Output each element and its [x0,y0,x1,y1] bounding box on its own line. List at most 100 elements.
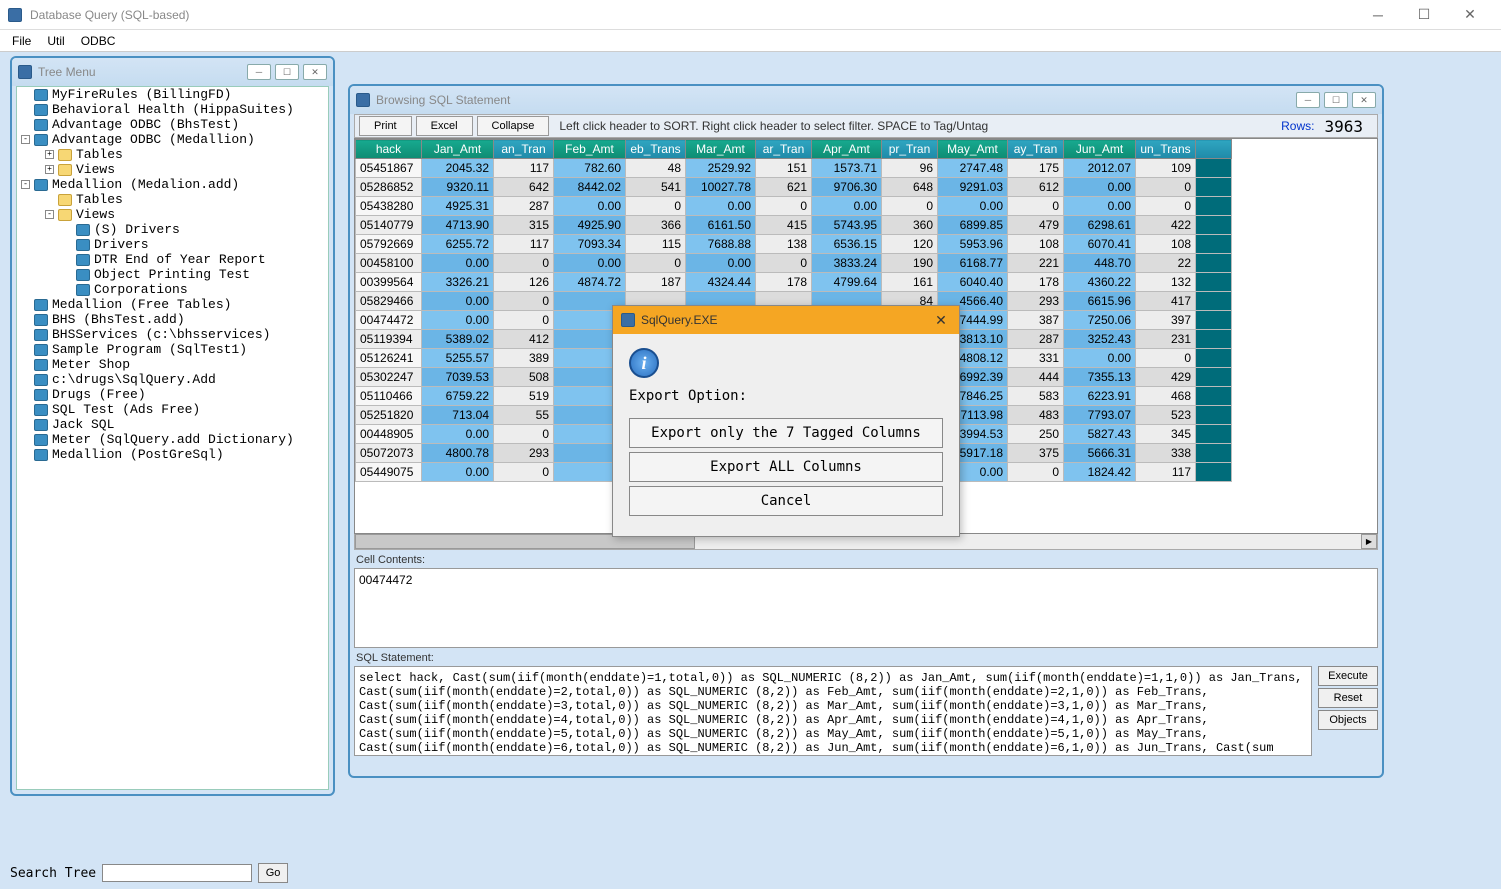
export-all-button[interactable]: Export ALL Columns [629,452,943,482]
table-cell[interactable]: 293 [494,444,554,463]
table-cell[interactable]: 366 [626,216,686,235]
table-cell[interactable]: 187 [626,273,686,292]
table-cell[interactable]: 315 [494,216,554,235]
table-cell[interactable]: 5953.96 [938,235,1008,254]
table-cell[interactable]: 1573.71 [812,159,882,178]
table-cell[interactable]: 6040.40 [938,273,1008,292]
table-cell[interactable]: 287 [494,197,554,216]
column-header[interactable]: pr_Tran [882,140,938,159]
table-cell[interactable]: 8442.02 [554,178,626,197]
table-cell[interactable] [1196,178,1232,197]
tree-item[interactable]: Medallion (PostGreSql) [17,447,328,462]
table-cell[interactable]: 375 [1008,444,1064,463]
print-button[interactable]: Print [359,116,412,136]
column-header[interactable]: hack [356,140,422,159]
table-cell[interactable]: 0 [494,463,554,482]
table-cell[interactable] [1196,159,1232,178]
column-header[interactable]: May_Amt [938,140,1008,159]
cell-contents[interactable]: 00474472 [354,568,1378,648]
table-cell[interactable]: 6161.50 [686,216,756,235]
table-cell[interactable] [1196,387,1232,406]
table-cell[interactable]: 231 [1136,330,1196,349]
tree-item[interactable]: Behavioral Health (HippaSuites) [17,102,328,117]
table-cell[interactable]: 178 [756,273,812,292]
tree-item[interactable]: Meter Shop [17,357,328,372]
table-cell[interactable] [1196,330,1232,349]
tree-item[interactable]: Medallion (Free Tables) [17,297,328,312]
tree-item[interactable]: Object Printing Test [17,267,328,282]
expand-icon[interactable]: - [45,210,54,219]
table-cell[interactable] [1196,197,1232,216]
tree-item[interactable]: -Views [17,207,328,222]
table-cell[interactable]: 22 [1136,254,1196,273]
table-cell[interactable]: 0 [1136,197,1196,216]
table-cell[interactable]: 117 [1136,463,1196,482]
tree-item[interactable]: +Views [17,162,328,177]
column-header[interactable]: ay_Tran [1008,140,1064,159]
table-cell[interactable]: 508 [494,368,554,387]
table-cell[interactable]: 48 [626,159,686,178]
table-cell[interactable]: 3252.43 [1064,330,1136,349]
table-cell[interactable]: 345 [1136,425,1196,444]
table-cell[interactable]: 5743.95 [812,216,882,235]
tree-body[interactable]: MyFireRules (BillingFD)Behavioral Health… [16,86,329,790]
tree-item[interactable]: Tables [17,192,328,207]
table-cell[interactable]: 00399564 [356,273,422,292]
table-cell[interactable]: 415 [756,216,812,235]
table-cell[interactable]: 5255.57 [422,349,494,368]
reset-button[interactable]: Reset [1318,688,1378,708]
table-cell[interactable]: 0 [1136,178,1196,197]
table-cell[interactable]: 0.00 [686,254,756,273]
table-cell[interactable]: 6255.72 [422,235,494,254]
table-cell[interactable]: 642 [494,178,554,197]
tree-item[interactable]: DTR End of Year Report [17,252,328,267]
table-row[interactable]: 054382804925.312870.0000.0000.0000.0000.… [356,197,1232,216]
table-cell[interactable]: 05119394 [356,330,422,349]
tree-item[interactable]: (S) Drivers [17,222,328,237]
column-header[interactable]: Jun_Amt [1064,140,1136,159]
table-cell[interactable]: 0.00 [422,292,494,311]
table-cell[interactable] [1196,273,1232,292]
table-row[interactable]: 003995643326.211264874.721874324.4417847… [356,273,1232,292]
table-cell[interactable] [1196,425,1232,444]
tree-item[interactable]: BHS (BhsTest.add) [17,312,328,327]
table-cell[interactable]: 9291.03 [938,178,1008,197]
table-cell[interactable]: 109 [1136,159,1196,178]
table-cell[interactable]: 0.00 [422,254,494,273]
tree-item[interactable]: BHSServices (c:\bhsservices) [17,327,328,342]
table-cell[interactable]: 0 [1008,463,1064,482]
table-cell[interactable] [1196,254,1232,273]
go-button[interactable]: Go [258,863,288,883]
table-cell[interactable]: 250 [1008,425,1064,444]
table-cell[interactable]: 05286852 [356,178,422,197]
table-cell[interactable]: 0 [756,254,812,273]
column-header[interactable]: eb_Trans [626,140,686,159]
table-cell[interactable]: 7688.88 [686,235,756,254]
table-cell[interactable]: 9320.11 [422,178,494,197]
table-cell[interactable]: 523 [1136,406,1196,425]
table-cell[interactable]: 429 [1136,368,1196,387]
table-cell[interactable]: 05302247 [356,368,422,387]
table-cell[interactable]: 5666.31 [1064,444,1136,463]
table-row[interactable]: 057926696255.721177093.341157688.8813865… [356,235,1232,254]
table-cell[interactable]: 0 [626,197,686,216]
dialog-close-icon[interactable]: ✕ [931,312,951,329]
table-cell[interactable]: 2747.48 [938,159,1008,178]
table-cell[interactable]: 05251820 [356,406,422,425]
table-cell[interactable]: 175 [1008,159,1064,178]
expand-icon[interactable]: - [21,180,30,189]
close-button[interactable]: ✕ [1447,0,1493,30]
table-cell[interactable]: 4324.44 [686,273,756,292]
table-cell[interactable]: 0 [1008,197,1064,216]
tree-item[interactable]: Jack SQL [17,417,328,432]
execute-button[interactable]: Execute [1318,666,1378,686]
menu-odbc[interactable]: ODBC [73,30,124,52]
sql-statement[interactable]: select hack, Cast(sum(iif(month(enddate)… [354,666,1312,756]
tree-item[interactable]: -Advantage ODBC (Medallion) [17,132,328,147]
table-cell[interactable]: 7093.34 [554,235,626,254]
table-cell[interactable]: 7250.06 [1064,311,1136,330]
browse-close[interactable]: ✕ [1352,92,1376,108]
tree-item[interactable]: c:\drugs\SqlQuery.Add [17,372,328,387]
table-cell[interactable] [1196,292,1232,311]
expand-icon[interactable]: + [45,150,54,159]
